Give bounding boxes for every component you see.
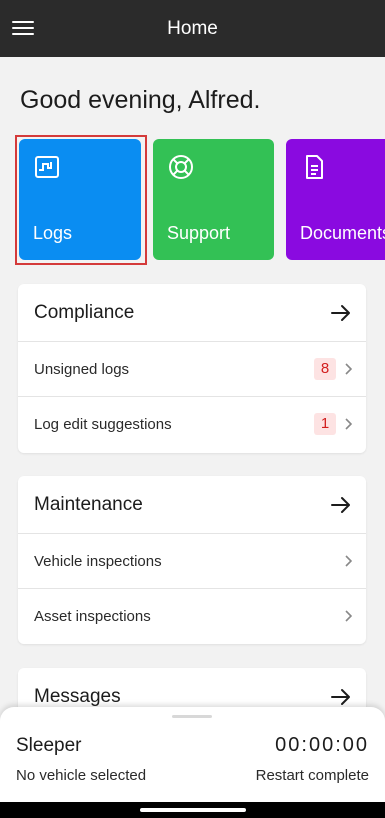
compliance-card: Compliance Unsigned logs 8 Log edit sugg… (18, 284, 366, 453)
app-bar: Home (0, 0, 385, 57)
documents-tile[interactable]: Documents (286, 139, 385, 260)
count-badge: 8 (314, 358, 336, 380)
arrow-right-icon (331, 497, 350, 513)
maintenance-header[interactable]: Maintenance (18, 476, 366, 534)
chevron-right-icon (345, 363, 352, 375)
row-label: Log edit suggestions (34, 416, 172, 433)
unsigned-logs-row[interactable]: Unsigned logs 8 (18, 342, 366, 397)
maintenance-title: Maintenance (34, 494, 143, 515)
page-title: Home (167, 18, 218, 39)
duty-status-sheet[interactable]: Sleeper 00:00:00 No vehicle selected Res… (0, 707, 385, 802)
duty-timer: 00:00:00 (275, 734, 369, 756)
compliance-title: Compliance (34, 302, 135, 323)
chevron-right-icon (345, 555, 352, 567)
vehicle-status: No vehicle selected (16, 767, 147, 784)
arrow-right-icon (331, 689, 350, 705)
log-edit-suggestions-row[interactable]: Log edit suggestions 1 (18, 397, 366, 452)
vehicle-inspections-row[interactable]: Vehicle inspections (18, 534, 366, 589)
asset-inspections-row[interactable]: Asset inspections (18, 589, 366, 644)
row-label: Unsigned logs (34, 361, 130, 378)
chevron-right-icon (345, 418, 352, 430)
system-nav-bar (0, 802, 385, 818)
maintenance-card: Maintenance Vehicle inspections Asset in… (18, 476, 366, 644)
support-tile[interactable]: Support (153, 139, 274, 260)
duty-status: Sleeper (16, 735, 82, 756)
restart-status: Restart complete (255, 767, 369, 784)
greeting-text: Good evening, Alfred. (20, 86, 261, 114)
row-label: Asset inspections (34, 608, 151, 625)
count-badge: 1 (314, 413, 336, 435)
logs-tile-label: Logs (33, 223, 73, 243)
document-icon (306, 155, 323, 179)
home-indicator[interactable] (140, 808, 246, 812)
logs-icon (35, 156, 59, 178)
support-tile-label: Support (167, 223, 231, 243)
arrow-right-icon (331, 305, 350, 321)
documents-tile-label: Documents (300, 223, 385, 243)
chevron-right-icon (345, 610, 352, 622)
row-label: Vehicle inspections (34, 553, 162, 570)
compliance-header[interactable]: Compliance (18, 284, 366, 342)
lifebuoy-icon (169, 155, 193, 179)
sheet-drag-handle[interactable] (172, 715, 212, 718)
logs-tile[interactable]: Logs (19, 139, 141, 260)
messages-title: Messages (34, 686, 121, 707)
